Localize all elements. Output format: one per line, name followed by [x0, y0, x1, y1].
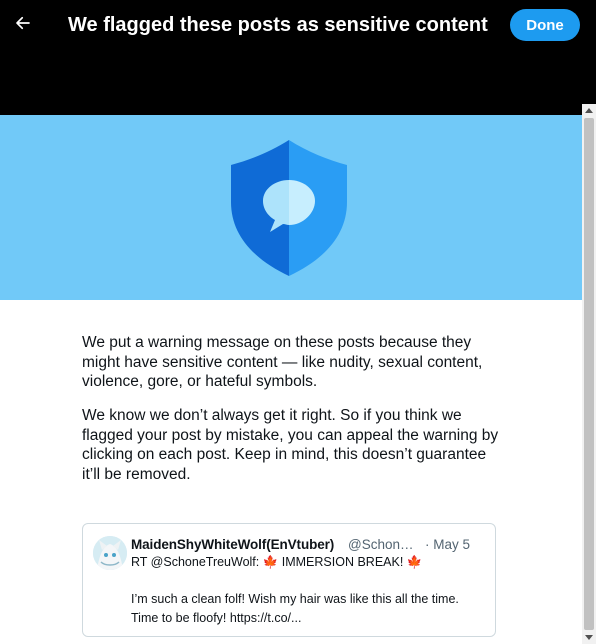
scroll-up-arrow-icon[interactable] [585, 108, 593, 113]
flagged-post-card[interactable]: MaidenShyWhiteWolf(EnVtuber) @SchoneTreu… [82, 523, 496, 637]
hero-banner [0, 115, 582, 300]
shield-chat-icon [231, 140, 347, 276]
post-author-handle: @SchoneTreuWolf [348, 537, 420, 552]
post-text: I’m such a clean folf! Wish my hair was … [131, 592, 459, 625]
post-date: · May 5 [425, 537, 471, 552]
modal-header: We flagged these posts as sensitive cont… [0, 0, 596, 115]
post-retweet-line: RT @SchoneTreuWolf: 🍁 IMMERSION BREAK! 🍁 [131, 555, 423, 569]
back-button[interactable] [8, 8, 38, 38]
post-author-name: MaidenShyWhiteWolf(EnVtuber) [131, 537, 335, 552]
avatar [93, 536, 127, 570]
arrow-left-icon [16, 16, 30, 30]
warning-explanation: We put a warning message on these posts … [82, 334, 483, 390]
scroll-down-arrow-icon[interactable] [585, 635, 593, 640]
page-title: We flagged these posts as sensitive cont… [68, 14, 488, 36]
content-area: We put a warning message on these posts … [0, 115, 582, 644]
done-button[interactable]: Done [510, 9, 580, 41]
scrollbar[interactable] [582, 104, 596, 644]
scrollbar-thumb[interactable] [584, 118, 594, 630]
appeal-explanation: We know we don’t always get it right. So… [82, 407, 499, 483]
